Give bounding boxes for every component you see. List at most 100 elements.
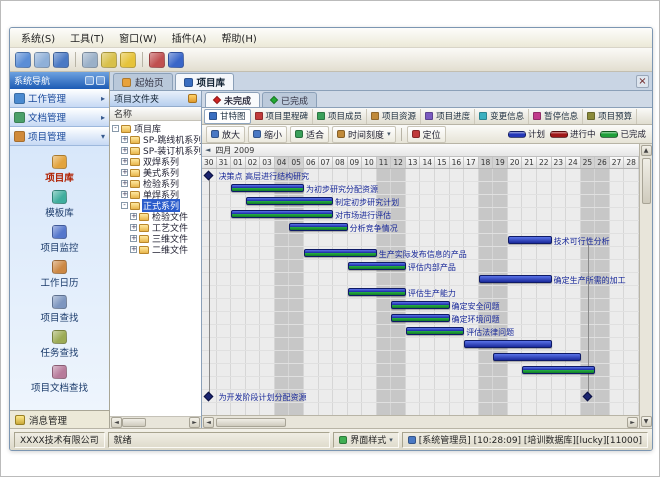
sidebar-item-4[interactable]: 项目查找 bbox=[12, 293, 107, 326]
gantt-task-bar[interactable] bbox=[348, 262, 406, 270]
gantt-vertical-scrollbar[interactable]: ▲ ▼ bbox=[639, 144, 652, 428]
fit-button[interactable]: 适合 bbox=[290, 126, 329, 143]
sidebar-group-1[interactable]: 文档管理▸ bbox=[10, 108, 109, 127]
view-tab-1[interactable]: 项目里程碑 bbox=[251, 109, 314, 124]
menu-item-1[interactable]: 工具(T) bbox=[63, 28, 111, 47]
zoom-in-button[interactable]: 放大 bbox=[206, 126, 245, 143]
scrollbar-thumb[interactable] bbox=[122, 418, 146, 427]
tree-expander-icon[interactable]: + bbox=[130, 224, 137, 231]
scrollbar-thumb[interactable] bbox=[216, 418, 286, 427]
view-tab-0[interactable]: 甘特图 bbox=[204, 109, 251, 124]
zoom-out-icon bbox=[253, 130, 261, 138]
view-tab-icon bbox=[533, 112, 541, 120]
gantt-task-bar[interactable] bbox=[246, 197, 333, 205]
menu-item-3[interactable]: 插件(A) bbox=[165, 28, 214, 47]
gantt-task-bar[interactable] bbox=[479, 275, 552, 283]
tree-expander-icon[interactable]: + bbox=[121, 180, 128, 187]
close-tab-icon[interactable]: × bbox=[636, 75, 649, 88]
gantt-task-bar[interactable] bbox=[493, 353, 580, 361]
gantt-task-bar[interactable] bbox=[406, 327, 464, 335]
view-tab-6[interactable]: 暂停信息 bbox=[529, 109, 583, 124]
scroll-down-icon[interactable]: ▼ bbox=[641, 416, 652, 427]
scroll-left-icon[interactable]: ◄ bbox=[203, 417, 214, 428]
view-tab-icon bbox=[255, 112, 263, 120]
workspace-icon[interactable] bbox=[34, 52, 50, 68]
gantt-task-bar[interactable] bbox=[391, 314, 449, 322]
sidebar-item-5[interactable]: 任务查找 bbox=[12, 328, 107, 361]
project-search-icon bbox=[52, 295, 67, 309]
gantt-task-bar[interactable] bbox=[348, 288, 406, 296]
gantt-toolbar-label: 适合 bbox=[306, 128, 324, 141]
sidebar-item-1[interactable]: 模板库 bbox=[12, 188, 107, 221]
tree-expander-icon[interactable]: + bbox=[130, 246, 137, 253]
gantt-horizontal-scrollbar[interactable]: ◄ ► bbox=[202, 415, 639, 428]
sidebar-item-6[interactable]: 项目文档查找 bbox=[12, 363, 107, 396]
view-tab-2[interactable]: 项目成员 bbox=[313, 109, 367, 124]
sidebar-group-0[interactable]: 工作管理▸ bbox=[10, 89, 109, 108]
tree-column-header[interactable]: 名称 bbox=[110, 107, 201, 121]
tree-expander-icon[interactable]: + bbox=[121, 147, 128, 154]
menu-item-2[interactable]: 窗口(W) bbox=[112, 28, 164, 47]
gantt-task-bar[interactable] bbox=[522, 366, 595, 374]
sidebar-tab-message-management[interactable]: 消息管理 bbox=[10, 410, 109, 428]
menu-item-4[interactable]: 帮助(H) bbox=[214, 28, 263, 47]
tree-expander-icon[interactable]: - bbox=[112, 125, 119, 132]
tree-expander-icon[interactable]: + bbox=[130, 213, 137, 220]
tree-expander-icon[interactable]: + bbox=[121, 158, 128, 165]
gantt-grid-row bbox=[202, 377, 639, 390]
status-tab-0[interactable]: 未完成 bbox=[205, 92, 260, 107]
gantt-panel: 未完成已完成 甘特图项目里程碑项目成员项目资源项目进度变更信息暂停信息项目预算 … bbox=[202, 91, 652, 428]
tree-expander-icon[interactable]: + bbox=[121, 169, 128, 176]
collapse-icon[interactable] bbox=[85, 76, 94, 85]
tree-expander-icon[interactable]: + bbox=[121, 191, 128, 198]
pin-icon[interactable] bbox=[188, 94, 197, 103]
sidebar-item-0[interactable]: 项目库 bbox=[12, 153, 107, 186]
sidebar-item-2[interactable]: 项目监控 bbox=[12, 223, 107, 256]
view-tab-7[interactable]: 项目预算 bbox=[583, 109, 637, 124]
view-tab-5[interactable]: 变更信息 bbox=[475, 109, 529, 124]
tree-expander-icon[interactable]: + bbox=[130, 235, 137, 242]
window-icon[interactable] bbox=[53, 52, 69, 68]
template-library-icon bbox=[52, 190, 67, 204]
month-prev-icon[interactable]: ◄ bbox=[205, 146, 210, 154]
sidebar-item-label: 项目库 bbox=[45, 170, 74, 184]
help-icon[interactable] bbox=[168, 52, 184, 68]
plugin-icon[interactable] bbox=[82, 52, 98, 68]
system-icon[interactable] bbox=[15, 52, 31, 68]
gantt-task-bar[interactable] bbox=[508, 236, 552, 244]
mail-icon[interactable] bbox=[101, 52, 117, 68]
doc-tab-1[interactable]: 项目库 bbox=[175, 73, 235, 90]
scroll-left-icon[interactable]: ◄ bbox=[111, 417, 122, 428]
scroll-right-icon[interactable]: ► bbox=[627, 417, 638, 428]
scroll-up-icon[interactable]: ▲ bbox=[641, 145, 652, 156]
gantt-task-bar[interactable] bbox=[231, 210, 333, 218]
sidebar-item-3[interactable]: 工作日历 bbox=[12, 258, 107, 291]
gantt-day-header: 19 bbox=[493, 157, 508, 168]
tree-node-11[interactable]: +二维文件 bbox=[110, 244, 201, 255]
gantt-task-bar[interactable] bbox=[304, 249, 377, 257]
doc-tab-0[interactable]: 起始页 bbox=[113, 73, 173, 90]
tree-horizontal-scrollbar[interactable]: ◄ ► bbox=[110, 416, 201, 428]
scrollbar-thumb[interactable] bbox=[642, 158, 651, 204]
sidebar-group-2[interactable]: 项目管理▾ bbox=[10, 127, 109, 146]
time-scale-button[interactable]: 时间刻度▾ bbox=[332, 126, 396, 143]
status-tab-1[interactable]: 已完成 bbox=[262, 92, 317, 107]
gantt-task-bar[interactable] bbox=[391, 301, 449, 309]
lock-icon[interactable] bbox=[120, 52, 136, 68]
gantt-task-bar[interactable] bbox=[464, 340, 551, 348]
view-tab-3[interactable]: 项目资源 bbox=[367, 109, 421, 124]
locate-button[interactable]: 定位 bbox=[407, 126, 446, 143]
tree-expander-icon[interactable]: - bbox=[121, 202, 128, 209]
view-tab-4[interactable]: 项目进度 bbox=[421, 109, 475, 124]
menu-item-0[interactable]: 系统(S) bbox=[14, 28, 62, 47]
gantt-task-bar[interactable] bbox=[231, 184, 304, 192]
tree-expander-icon[interactable]: + bbox=[121, 136, 128, 143]
scroll-right-icon[interactable]: ► bbox=[189, 417, 200, 428]
logout-icon[interactable] bbox=[149, 52, 165, 68]
gantt-task-bar[interactable] bbox=[289, 223, 347, 231]
gantt-task-label: 为开发阶段计划分配资源 bbox=[219, 393, 307, 402]
ui-style-selector[interactable]: 界面样式 ▾ bbox=[333, 432, 399, 448]
group-icon bbox=[14, 112, 25, 123]
close-icon[interactable] bbox=[96, 76, 105, 85]
zoom-out-button[interactable]: 缩小 bbox=[248, 126, 287, 143]
